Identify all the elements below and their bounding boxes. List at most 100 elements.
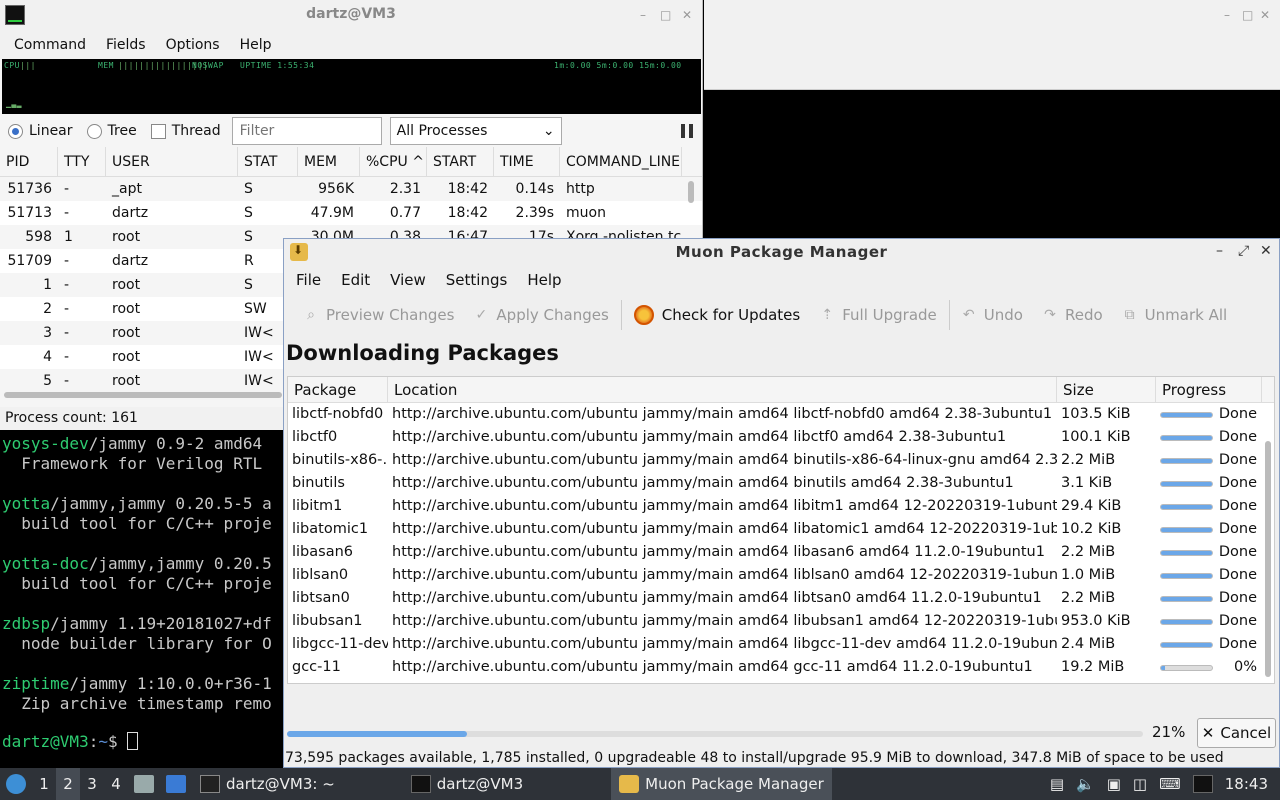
task-htop[interactable]: dartz@VM3 <box>403 768 531 800</box>
pause-icon[interactable] <box>680 124 694 138</box>
workspace-1[interactable]: 1 <box>32 768 56 800</box>
maximize-icon[interactable]: □ <box>660 8 671 22</box>
tray-volume[interactable]: 🔈 <box>1070 768 1101 800</box>
menu-file[interactable]: File <box>286 271 331 289</box>
col-package[interactable]: Package <box>288 377 388 402</box>
minimize-icon[interactable]: – <box>640 8 646 22</box>
file-manager-icon <box>134 775 154 793</box>
menu-options[interactable]: Options <box>156 37 230 53</box>
background-window-menuarea <box>704 30 1280 90</box>
tray-network[interactable]: ▤ <box>1044 768 1070 800</box>
redo-label: Redo <box>1064 306 1103 324</box>
cell-cpu: 0.77 <box>389 205 421 221</box>
process-filter-select[interactable]: All Processes ⌄ <box>389 117 562 145</box>
workspace-3[interactable]: 3 <box>80 768 104 800</box>
task-muon[interactable]: Muon Package Manager <box>611 768 832 800</box>
menu-help[interactable]: Help <box>517 271 571 289</box>
check-for-updates-button[interactable]: Check for Updates <box>624 305 810 325</box>
tray-keyboard[interactable]: ⌨ <box>1153 768 1187 800</box>
col-command-line[interactable]: COMMAND_LINE <box>560 147 682 176</box>
package-progress-bar <box>1160 457 1213 464</box>
list-item[interactable]: libitm1 http://archive.ubuntu.com/ubuntu … <box>288 495 1274 518</box>
filter-input[interactable] <box>231 117 382 145</box>
redo-button[interactable]: ↷ Redo <box>1033 306 1113 324</box>
tree-radio[interactable] <box>86 123 102 139</box>
col-pid[interactable]: PID <box>0 147 58 176</box>
linear-radio[interactable] <box>8 123 23 139</box>
list-item[interactable]: libctf-nobfd0 http://archive.ubuntu.com/u… <box>288 403 1274 426</box>
col-start[interactable]: START <box>427 147 494 176</box>
list-item[interactable]: libasan6 http://archive.ubuntu.com/ubuntu… <box>288 541 1274 564</box>
mode-linear[interactable]: Linear <box>8 123 73 139</box>
col-cpu[interactable]: %CPU ^ <box>360 147 427 176</box>
list-item[interactable]: libubsan1 http://archive.ubuntu.com/ubunt… <box>288 610 1274 633</box>
package-name: binutils-x86-… <box>292 452 388 468</box>
package-progress-fill <box>1161 596 1212 601</box>
package-size: 10.2 KiB <box>1061 521 1122 537</box>
package-location: http://archive.ubuntu.com/ubuntu jammy/m… <box>392 452 1057 468</box>
package-name: libasan6 <box>292 544 354 560</box>
list-item[interactable]: libctf0 http://archive.ubuntu.com/ubuntu … <box>288 426 1274 449</box>
table-row[interactable]: 51713- dartz S 47.9M 0.77 18:42 2.39s muon <box>0 201 702 225</box>
mode-tree[interactable]: Tree <box>86 123 137 139</box>
cancel-button[interactable]: ✕ Cancel <box>1197 718 1276 748</box>
menu-edit[interactable]: Edit <box>331 271 380 289</box>
list-item[interactable]: binutils http://archive.ubuntu.com/ubuntu… <box>288 472 1274 495</box>
menu-fields[interactable]: Fields <box>96 37 156 53</box>
col-stat[interactable]: STAT <box>238 147 298 176</box>
tray-clipboard[interactable]: ▣ <box>1101 768 1127 800</box>
mode-thread[interactable]: Thread <box>150 123 221 139</box>
table-row[interactable]: 51736- _apt S 956K 2.31 18:42 0.14s http <box>0 177 702 201</box>
menu-view[interactable]: View <box>380 271 436 289</box>
full-upgrade-button[interactable]: ⇡ Full Upgrade <box>810 306 947 324</box>
file-manager-launcher[interactable] <box>128 768 160 800</box>
minimize-icon[interactable]: – <box>1224 8 1230 22</box>
preview-changes-button[interactable]: ⌕ Preview Changes <box>294 306 464 324</box>
maximize-icon[interactable]: ⤢ <box>1238 243 1249 259</box>
tray-monitor[interactable] <box>1187 768 1219 800</box>
package-location: http://archive.ubuntu.com/ubuntu jammy/m… <box>392 406 1053 422</box>
menu-settings[interactable]: Settings <box>436 271 518 289</box>
workspace-2[interactable]: 2 <box>56 768 80 800</box>
col-mem[interactable]: MEM <box>298 147 360 176</box>
close-icon[interactable]: ✕ <box>1260 8 1270 22</box>
menu-help[interactable]: Help <box>230 37 282 53</box>
list-item[interactable]: libgcc-11-dev http://archive.ubuntu.com/u… <box>288 633 1274 656</box>
workspace-4[interactable]: 4 <box>104 768 128 800</box>
close-icon[interactable]: ✕ <box>1260 243 1272 259</box>
package-size: 19.2 MiB <box>1061 659 1125 675</box>
col-tty[interactable]: TTY <box>58 147 106 176</box>
undo-button[interactable]: ↶ Undo <box>952 306 1033 324</box>
tray-updates[interactable]: ◫ <box>1127 768 1153 800</box>
load-meter: 1m:0.00 5m:0.00 15m:0.00 <box>554 61 682 70</box>
list-item[interactable]: binutils-x86-… http://archive.ubuntu.com/… <box>288 449 1274 472</box>
apply-changes-label: Apply Changes <box>496 306 609 324</box>
col-size[interactable]: Size <box>1057 377 1156 402</box>
app-menu-button[interactable] <box>0 768 32 800</box>
col-time[interactable]: TIME <box>494 147 560 176</box>
download-list-scrollbar[interactable] <box>1265 441 1271 677</box>
terminal-prompt[interactable]: dartz@VM3:~$ <box>2 732 139 752</box>
cell-pid: 4 <box>43 349 52 365</box>
col-location[interactable]: Location <box>388 377 1057 402</box>
col-progress[interactable]: Progress <box>1156 377 1262 402</box>
process-table-hscrollbar[interactable] <box>4 392 282 398</box>
thread-checkbox[interactable] <box>150 123 166 139</box>
process-table-scrollbar[interactable] <box>688 181 694 203</box>
menu-command[interactable]: Command <box>4 37 96 53</box>
minimize-icon[interactable]: – <box>1216 243 1223 259</box>
list-item[interactable]: liblsan0 http://archive.ubuntu.com/ubuntu… <box>288 564 1274 587</box>
search-icon: ⌕ <box>307 307 315 323</box>
maximize-icon[interactable]: □ <box>1242 8 1253 22</box>
list-item[interactable]: libtsan0 http://archive.ubuntu.com/ubuntu… <box>288 587 1274 610</box>
desktop-launcher[interactable] <box>160 768 192 800</box>
package-progress-text: Done <box>1218 452 1257 468</box>
task-terminal[interactable]: dartz@VM3: ~ <box>192 768 343 800</box>
list-item[interactable]: gcc-11 http://archive.ubuntu.com/ubuntu j… <box>288 656 1274 679</box>
col-user[interactable]: USER <box>106 147 238 176</box>
unmark-all-button[interactable]: ⧉ Unmark All <box>1113 306 1238 324</box>
cancel-icon: ✕ <box>1201 724 1215 742</box>
close-icon[interactable]: ✕ <box>682 8 692 22</box>
list-item[interactable]: libatomic1 http://archive.ubuntu.com/ubun… <box>288 518 1274 541</box>
apply-changes-button[interactable]: ✓ Apply Changes <box>464 306 618 324</box>
